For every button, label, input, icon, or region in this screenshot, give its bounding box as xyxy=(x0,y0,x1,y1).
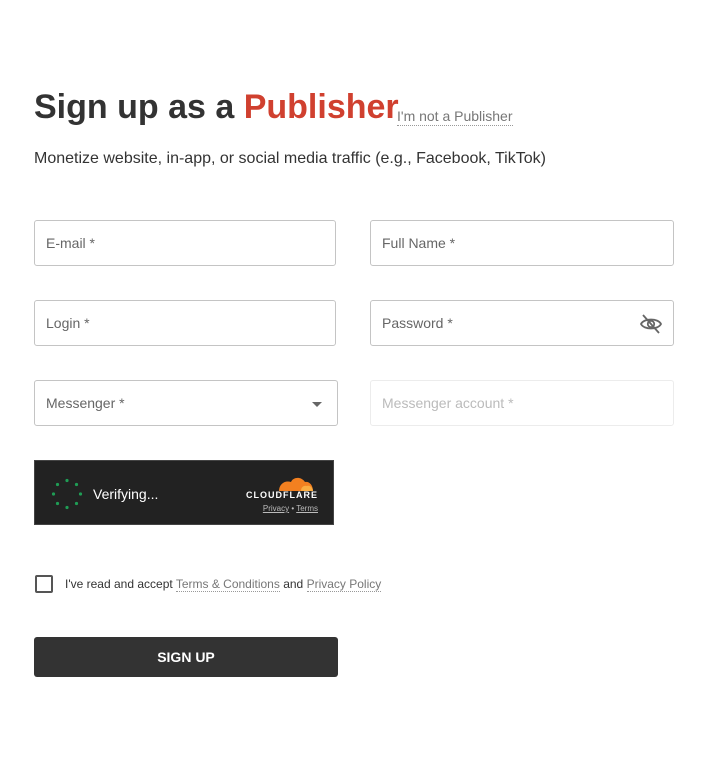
accept-terms-checkbox[interactable] xyxy=(35,575,53,593)
title-accent: Publisher xyxy=(243,88,399,126)
captcha-privacy-link[interactable]: Privacy xyxy=(263,504,289,513)
login-placeholder: Login * xyxy=(46,315,90,331)
messenger-select[interactable]: Messenger * xyxy=(34,380,338,426)
full-name-field[interactable]: Full Name * xyxy=(370,220,674,266)
password-placeholder: Password * xyxy=(382,315,453,331)
login-field[interactable]: Login * xyxy=(34,300,336,346)
email-field[interactable]: E-mail * xyxy=(34,220,336,266)
accept-and: and xyxy=(279,577,307,591)
accept-terms-label: I've read and accept Terms & Conditions … xyxy=(65,577,382,592)
captcha-separator: • xyxy=(291,504,295,513)
eye-off-icon[interactable] xyxy=(639,313,663,335)
messenger-account-field[interactable]: Messenger account * xyxy=(370,380,674,426)
captcha-links: Privacy • Terms xyxy=(263,504,318,513)
captcha-terms-link[interactable]: Terms xyxy=(296,504,318,513)
not-publisher-link[interactable]: I'm not a Publisher xyxy=(397,108,513,126)
cloudflare-brand: CLOUDFLARE xyxy=(246,490,318,500)
password-field[interactable]: Password * xyxy=(370,300,674,346)
page-title: Sign up as a Publisher xyxy=(34,88,399,127)
cloudflare-captcha: Verifying... CLOUDFLARE Privacy • Terms xyxy=(34,460,334,525)
full-name-placeholder: Full Name * xyxy=(382,235,456,251)
terms-conditions-link[interactable]: Terms & Conditions xyxy=(175,577,280,592)
messenger-placeholder: Messenger * xyxy=(46,395,125,411)
privacy-policy-link[interactable]: Privacy Policy xyxy=(306,577,382,592)
spinner-icon xyxy=(51,478,83,510)
page-subtitle: Monetize website, in-app, or social medi… xyxy=(34,150,546,167)
captcha-status: Verifying... xyxy=(93,486,159,502)
title-prefix: Sign up as a xyxy=(34,88,244,126)
sign-up-button[interactable]: SIGN UP xyxy=(34,637,338,677)
messenger-account-placeholder: Messenger account * xyxy=(382,395,514,411)
caret-down-icon xyxy=(312,402,322,407)
email-placeholder: E-mail * xyxy=(46,235,96,251)
accept-prefix: I've read and accept xyxy=(65,577,176,591)
